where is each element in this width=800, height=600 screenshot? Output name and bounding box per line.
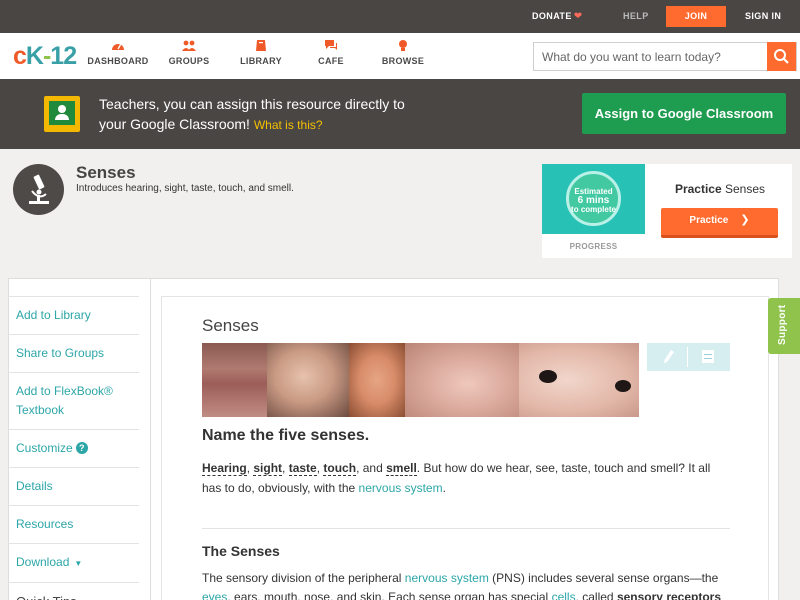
- banner-message: Teachers, you can assign this resource d…: [99, 96, 405, 132]
- sign-in-link[interactable]: SIGN IN: [745, 0, 781, 33]
- section-heading-the-senses: The Senses: [202, 543, 280, 559]
- pencil-icon[interactable]: [663, 349, 675, 364]
- support-tab[interactable]: Support: [768, 298, 800, 354]
- add-to-library-link[interactable]: Add to Library: [8, 296, 139, 334]
- nose-photo: [405, 343, 519, 417]
- notes-icon[interactable]: [702, 350, 714, 363]
- practice-estimate-thumbnail: Estimated 6 mins to complete: [542, 164, 645, 234]
- nav-groups[interactable]: GROUPS: [164, 39, 214, 66]
- assign-google-classroom-button[interactable]: Assign to Google Classroom: [582, 93, 786, 134]
- lightbulb-icon: [399, 40, 407, 51]
- heart-icon: ❤: [573, 11, 583, 22]
- eyes-photo: [519, 343, 639, 417]
- chevron-right-icon: ❯: [740, 214, 750, 226]
- article-title: Senses: [202, 316, 259, 335]
- hand-photo: [267, 343, 349, 417]
- eyes-link[interactable]: eyes: [202, 590, 227, 600]
- google-classroom-icon: [44, 96, 80, 132]
- resource-sidebar: Add to Library Share to Groups Add to Fl…: [8, 296, 139, 600]
- groups-icon: [182, 40, 196, 51]
- vocab-taste[interactable]: taste: [288, 461, 317, 476]
- cells-link[interactable]: cells: [552, 590, 576, 600]
- help-link[interactable]: HELP: [623, 0, 649, 33]
- main-nav: cK-12 DASHBOARD GROUPS LIBRARY CAFE BROW…: [0, 33, 800, 79]
- resources-link[interactable]: Resources: [8, 505, 139, 543]
- progress-label: PROGRESS: [569, 242, 618, 251]
- download-link[interactable]: Download ▼: [8, 543, 139, 582]
- caret-down-icon: ▼: [74, 559, 83, 568]
- add-to-flexbook-link[interactable]: Add to FlexBook® Textbook: [8, 372, 139, 429]
- vocab-smell[interactable]: smell: [386, 461, 417, 476]
- section-heading-name-senses: Name the five senses.: [202, 427, 370, 444]
- quick-tips-heading: Quick Tips: [8, 582, 139, 600]
- intro-paragraph: Hearing, sight, taste, touch, and smell.…: [202, 461, 711, 495]
- chat-bubble-icon: [325, 40, 337, 50]
- donate-link[interactable]: DONATE ❤: [532, 0, 583, 33]
- nervous-system-link-2[interactable]: nervous system: [405, 571, 489, 585]
- nav-dashboard[interactable]: DASHBOARD: [86, 39, 150, 66]
- nav-cafe[interactable]: CAFE: [310, 39, 352, 66]
- details-link[interactable]: Details: [8, 467, 139, 505]
- vocab-hearing[interactable]: Hearing: [202, 461, 247, 476]
- nervous-system-link[interactable]: nervous system: [359, 481, 443, 495]
- top-bar: DONATE ❤ HELP JOIN SIGN IN: [0, 0, 800, 33]
- what-is-this-link[interactable]: What is this?: [254, 118, 323, 132]
- ck12-logo[interactable]: cK-12: [13, 42, 77, 71]
- practice-card: Estimated 6 mins to complete PROGRESS Pr…: [542, 164, 792, 258]
- ear-photo: [349, 343, 405, 417]
- vocab-touch[interactable]: touch: [323, 461, 357, 476]
- senses-photo-strip: [202, 343, 639, 417]
- lips-photo: [202, 343, 267, 417]
- search-box: [533, 42, 797, 71]
- annotation-tools: [647, 343, 730, 371]
- nav-library[interactable]: LIBRARY: [236, 39, 286, 66]
- dashboard-icon: [112, 44, 124, 50]
- help-icon[interactable]: ?: [75, 442, 88, 454]
- library-icon: [256, 40, 266, 51]
- search-icon: [774, 49, 789, 64]
- microscope-icon: [13, 164, 64, 215]
- practice-heading: Practice Senses: [674, 182, 766, 196]
- share-to-groups-link[interactable]: Share to Groups: [8, 334, 139, 372]
- search-button[interactable]: [767, 42, 796, 71]
- search-input[interactable]: [534, 43, 769, 70]
- practice-button[interactable]: Practice ❯: [661, 208, 778, 238]
- concept-title: Senses: [76, 163, 136, 182]
- vocab-sight[interactable]: sight: [253, 461, 283, 476]
- join-button[interactable]: JOIN: [666, 6, 726, 27]
- customize-link[interactable]: Customize?: [8, 429, 139, 467]
- nav-browse[interactable]: BROWSE: [378, 39, 428, 66]
- concept-description: Introduces hearing, sight, taste, touch,…: [76, 183, 294, 194]
- senses-paragraph: The sensory division of the peripheral n…: [202, 569, 732, 600]
